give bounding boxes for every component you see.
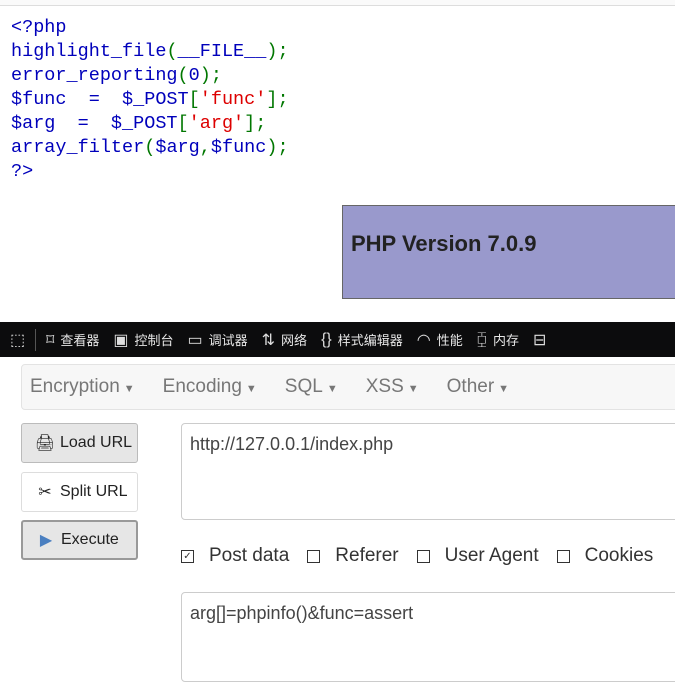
options-row: ✓ Post data Referer User Agent Cookies xyxy=(181,545,671,567)
caret-down-icon: ▼ xyxy=(498,383,510,395)
tab-console[interactable]: ▣ 控制台 xyxy=(113,330,173,350)
php-version-banner: PHP Version 7.0.9 xyxy=(342,205,675,299)
tab-network[interactable]: ⇅ 网络 xyxy=(262,330,307,350)
element-picker-icon[interactable]: ⬚ xyxy=(10,330,25,350)
tab-performance[interactable]: ◠ 性能 xyxy=(417,330,463,350)
tab-debugger[interactable]: ▭ 调试器 xyxy=(188,330,248,350)
gauge-icon: ◠ xyxy=(416,331,431,349)
url-input[interactable]: http://127.0.0.1/index.php xyxy=(181,423,675,520)
tab-inspector[interactable]: ⌑ 查看器 xyxy=(46,330,99,350)
load-icon: 🖨 xyxy=(34,435,56,452)
checkbox-icon xyxy=(556,549,570,563)
braces-icon: {} xyxy=(321,330,332,348)
post-data-checkbox[interactable]: ✓ Post data xyxy=(181,545,289,567)
caret-down-icon: ▼ xyxy=(123,383,135,395)
php-version-text: PHP Version 7.0.9 xyxy=(351,231,537,256)
scissors-icon: ✂ xyxy=(38,484,52,501)
post-data-input[interactable]: arg[]=phpinfo()&func=assert xyxy=(181,592,675,682)
devtools-toolbar: ⬚ ⌑ 查看器 ▣ 控制台 ▭ 调试器 ⇅ 网络 {} 样式编辑器 ◠ 性能 ⧮ 内存 ⊟ xyxy=(0,322,675,357)
checkbox-icon xyxy=(416,549,430,563)
referer-checkbox[interactable]: Referer xyxy=(307,545,399,567)
load-url-button[interactable]: 🖨 Load URL xyxy=(21,423,138,463)
play-icon: ▶ xyxy=(39,532,53,549)
hackbar-menu: Encryption ▼ Encoding ▼ SQL ▼ XSS ▼ Other ▼ xyxy=(21,364,675,410)
debugger-icon: ▭ xyxy=(187,331,203,349)
checkbox-checked-icon: ✓ xyxy=(181,549,194,563)
menu-xss[interactable]: XSS ▼ xyxy=(366,376,419,398)
menu-encoding[interactable]: Encoding ▼ xyxy=(163,376,257,398)
network-icon: ⇅ xyxy=(261,331,276,349)
menu-other[interactable]: Other ▼ xyxy=(447,376,509,398)
page-top-border xyxy=(0,0,675,6)
caret-down-icon: ▼ xyxy=(326,383,338,395)
tab-memory[interactable]: ⧮ 内存 xyxy=(477,330,519,349)
tab-style-editor[interactable]: {} 样式编辑器 xyxy=(321,330,403,349)
menu-sql[interactable]: SQL ▼ xyxy=(285,376,338,398)
chip-icon: ⧮ xyxy=(476,330,487,348)
caret-down-icon: ▼ xyxy=(407,383,419,395)
user-agent-checkbox[interactable]: User Agent xyxy=(416,545,539,567)
inspector-icon: ⌑ xyxy=(46,331,55,349)
menu-encryption[interactable]: Encryption ▼ xyxy=(30,376,135,398)
storage-icon[interactable]: ⊟ xyxy=(533,330,546,350)
caret-down-icon: ▼ xyxy=(245,383,257,395)
php-source: <?php highlight_file(__FILE__); error_re… xyxy=(11,17,289,182)
split-url-button[interactable]: ✂ Split URL xyxy=(21,472,138,512)
execute-button[interactable]: ▶ Execute xyxy=(21,520,138,560)
cookies-checkbox[interactable]: Cookies xyxy=(556,545,653,567)
checkbox-icon xyxy=(307,549,321,563)
console-icon: ▣ xyxy=(113,331,129,349)
